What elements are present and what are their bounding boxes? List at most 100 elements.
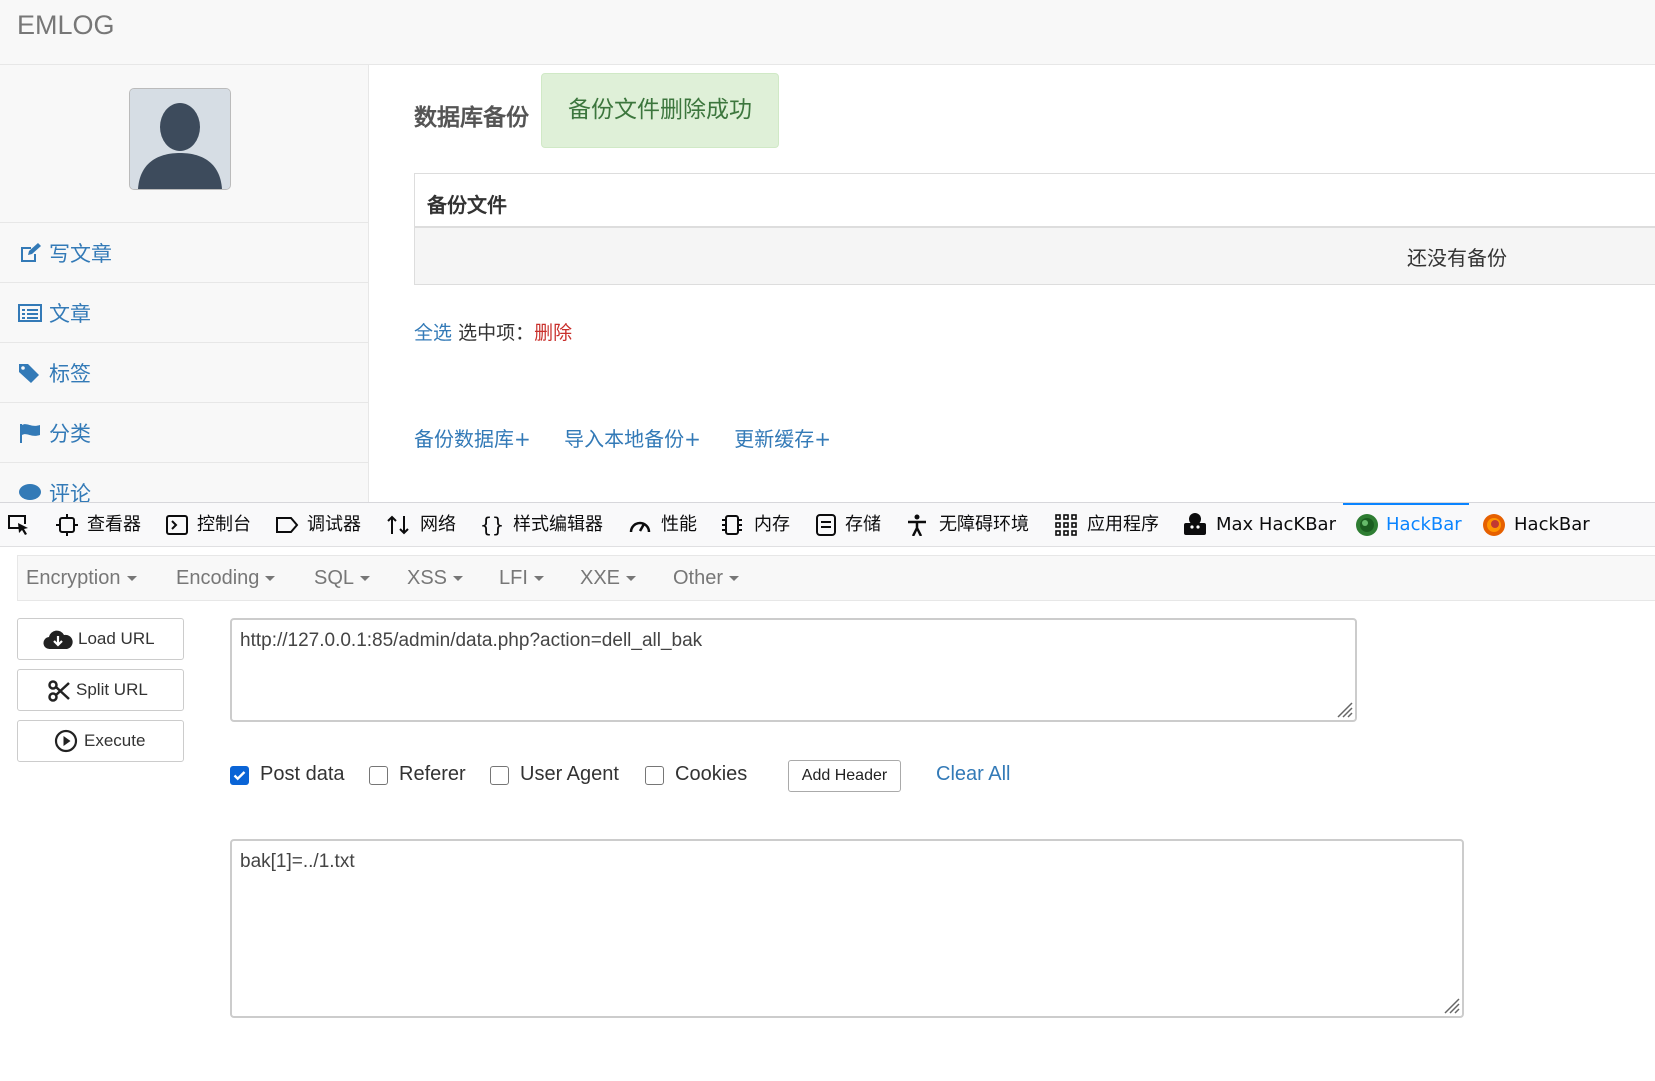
tab-accessibility[interactable]: 无障碍环境 [906,503,1031,546]
selected-label: 选中项： [458,322,535,344]
comment-icon [19,484,41,500]
tab-label: 应用程序 [1087,514,1159,535]
checkbox-unchecked[interactable] [490,766,509,785]
tab-label: 无障碍环境 [939,514,1029,535]
column-header-backup-file: 备份文件 [427,193,507,217]
caret-down-icon [265,576,276,582]
tab-label: 查看器 [87,514,141,535]
caret-down-icon [453,576,464,582]
sidebar-item-articles[interactable]: 文章 [0,283,368,343]
caret-down-icon [729,576,740,582]
button-label: Load URL [78,629,155,648]
menu-other[interactable]: Other [673,567,740,590]
tab-performance[interactable]: 性能 [628,503,703,546]
sidebar-item-label: 评论 [49,482,91,502]
clear-all-link[interactable]: Clear All [936,763,1010,786]
brand-logo[interactable]: EMLOG [17,10,115,41]
menu-lfi[interactable]: LFI [499,567,544,590]
resize-grip-icon[interactable] [1440,994,1460,1014]
menu-label: SQL [314,567,355,589]
import-local-backup-link[interactable]: 导入本地备份+ [564,427,701,451]
post-body-value: bak[1]=../1.txt [240,851,355,872]
avatar[interactable] [129,88,231,190]
network-icon [387,515,409,535]
cloud-download-icon [43,630,73,650]
caret-down-icon [626,576,637,582]
element-picker-icon [8,515,28,535]
execute-button[interactable]: Execute [17,720,184,762]
tab-label: 存储 [845,514,881,535]
table-header: 备份文件 [415,174,1655,228]
debugger-icon [276,517,299,533]
style-editor-icon: {} [480,514,504,536]
select-all-link[interactable]: 全选 [414,322,452,344]
tab-label: 控制台 [197,514,251,535]
tab-console[interactable]: 控制台 [166,503,256,546]
sidebar-item-write[interactable]: 写文章 [0,223,368,283]
tab-label: 样式编辑器 [513,514,603,535]
add-header-button[interactable]: Add Header [788,760,901,792]
tab-hackbar[interactable]: HackBar [1343,503,1469,546]
tab-max-hackbar[interactable]: Max HacKBar [1183,503,1336,546]
menu-label: Encoding [176,567,260,589]
split-url-button[interactable]: Split URL [17,669,184,711]
sidebar: 写文章 文章 标签 分类 评论 [0,65,369,502]
url-value: http://127.0.0.1:85/admin/data.php?actio… [240,630,703,651]
tab-label: HackBar [1386,514,1462,535]
load-url-button[interactable]: Load URL [17,618,184,660]
element-picker-button[interactable] [6,503,38,546]
sidebar-item-comments[interactable]: 评论 [0,463,368,502]
hackbar-menu: Encryption Encoding SQL XSS LFI XXE Othe… [17,555,1655,601]
update-cache-link[interactable]: 更新缓存+ [734,427,831,451]
tab-label: 调试器 [307,514,361,535]
menu-sql[interactable]: SQL [314,567,371,590]
button-label: Execute [84,731,146,750]
sidebar-item-label: 文章 [49,302,91,326]
top-navbar: EMLOG [0,0,1655,65]
resize-grip-icon[interactable] [1333,698,1353,718]
menu-encryption[interactable]: Encryption [26,567,137,590]
url-input[interactable]: http://127.0.0.1:85/admin/data.php?actio… [230,618,1357,722]
sidebar-item-label: 标签 [49,362,91,386]
menu-xxe[interactable]: XXE [580,567,637,590]
tab-debugger[interactable]: 调试器 [275,503,365,546]
hackbar-green-icon [1356,514,1378,536]
tab-label: 性能 [661,514,697,535]
sidebar-item-tags[interactable]: 标签 [0,343,368,403]
button-label: Split URL [76,680,148,699]
performance-icon [629,521,651,533]
menu-xss[interactable]: XSS [407,567,464,590]
scissors-icon [48,680,70,702]
caret-down-icon [533,576,544,582]
tab-label: HackBar [1514,514,1590,535]
tab-style-editor[interactable]: {} 样式编辑器 [480,503,610,546]
checkbox-checked[interactable] [230,766,249,785]
hackbar-firefox-icon [1483,514,1505,536]
post-data-input[interactable]: bak[1]=../1.txt [230,839,1464,1018]
checkbox-label: Cookies [675,763,748,785]
storage-icon [816,514,836,536]
sidebar-item-categories[interactable]: 分类 [0,403,368,463]
backup-database-link[interactable]: 备份数据库+ [414,427,531,451]
tab-storage[interactable]: 存储 [815,503,890,546]
success-alert: 备份文件删除成功 [541,73,779,148]
svg-text:{}: {} [480,514,504,536]
caret-down-icon [126,576,137,582]
delete-selected-link[interactable]: 删除 [534,322,572,344]
menu-label: Encryption [26,567,121,589]
backup-actions: 备份数据库+ 导入本地备份+ 更新缓存+ [414,423,858,452]
checkbox-label: Referer [399,763,466,785]
user-silhouette-icon [130,89,230,189]
menu-label: Other [673,567,724,589]
tab-hackbar-legacy[interactable]: HackBar [1482,503,1602,546]
bulk-actions: 全选 选中项：删除 [414,318,572,345]
checkbox-unchecked[interactable] [645,766,664,785]
tab-inspector[interactable]: 查看器 [56,503,146,546]
tab-network[interactable]: 网络 [386,503,461,546]
checkbox-label: Post data [260,763,345,785]
checkbox-unchecked[interactable] [369,766,388,785]
tab-memory[interactable]: 内存 [720,503,795,546]
checkmark-icon [233,771,246,781]
menu-encoding[interactable]: Encoding [176,567,276,590]
tab-application[interactable]: 应用程序 [1055,503,1165,546]
